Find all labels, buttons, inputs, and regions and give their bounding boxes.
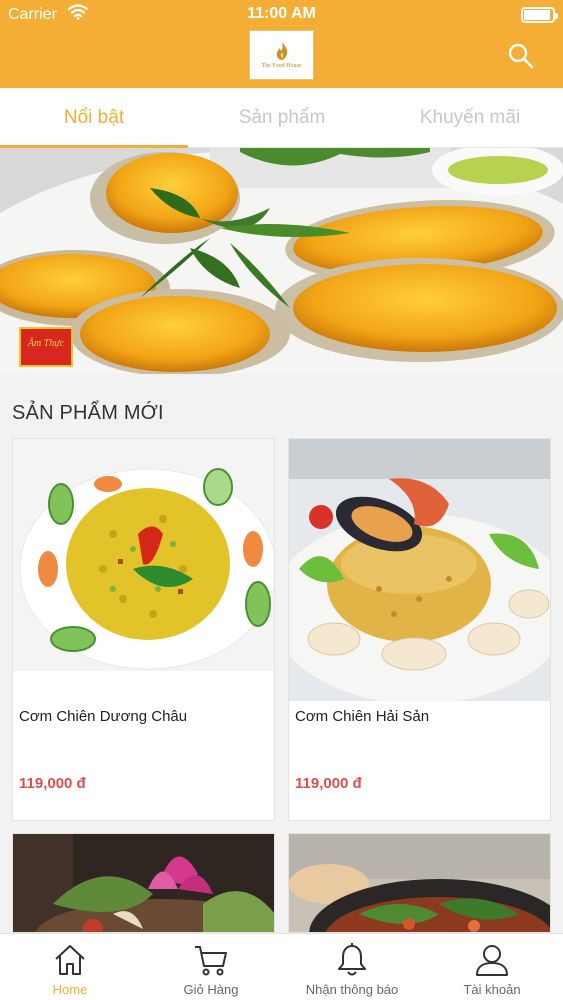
tab-account[interactable]: Tài khoản [422,934,562,1000]
user-icon [476,945,508,976]
tab-khuyen-mai[interactable]: Khuyến mãi [376,88,563,148]
product-image [289,834,550,932]
nav-bar: The Food House [0,30,563,88]
product-name: Cơm Chiên Dương Châu [19,708,188,725]
product-card[interactable] [12,833,275,933]
tab-label: Nổi bật [63,107,125,128]
product-card[interactable]: Cơm Chiên Hải Sản 119,000 đ [288,438,551,821]
bottom-tab-bar: Home Giỏ Hàng Nhận thông báo Tài khoản [0,933,563,1000]
bell-icon [338,943,366,976]
tab-label: Nhận thông báo [305,982,399,997]
tab-home[interactable]: Home [0,934,140,1000]
product-image [13,834,274,932]
tab-notifications[interactable]: Nhận thông báo [282,934,422,1000]
product-name: Cơm Chiên Hải Sản [295,708,430,725]
product-image [13,439,274,671]
product-price: 119,000 đ [295,775,362,792]
product-card[interactable]: Cơm Chiên Dương Châu 119,000 đ [12,438,275,821]
section-title: SẢN PHẨM MỚI [12,402,164,424]
logo-text: The Food House [261,63,302,69]
cart-icon [195,946,227,976]
tab-label: Giỏ Hàng [183,982,239,997]
product-image [289,439,550,701]
banner-image: Âm Thực [0,148,563,374]
status-bar: Carrier 11:00 AM [0,0,563,30]
search-icon[interactable] [507,42,535,70]
tab-label: Tài khoản [463,982,521,997]
tab-cart[interactable]: Giỏ Hàng [141,934,281,1000]
flame-icon [276,42,287,60]
tab-label: Sản phẩm [238,107,326,128]
tab-noi-bat[interactable]: Nổi bật [0,88,188,148]
tab-san-pham[interactable]: Sản phẩm [188,88,376,148]
tab-label: Home [52,982,88,997]
clock: 11:00 AM [247,5,316,22]
app-logo: The Food House [249,30,314,80]
category-tabs: Nổi bật Sản phẩm Khuyến mãi [0,88,563,148]
product-card[interactable] [288,833,551,933]
featured-banner[interactable]: Âm Thực [0,148,563,374]
tab-label: Khuyến mãi [419,107,521,128]
product-price: 119,000 đ [19,775,86,792]
battery-icon [521,7,558,23]
banner-badge-text: Âm Thực [27,337,65,349]
home-icon [55,945,85,975]
